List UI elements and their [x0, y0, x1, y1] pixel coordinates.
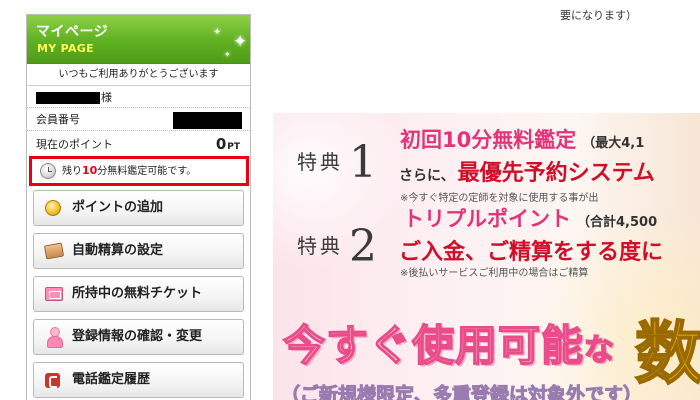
ticket-icon: [45, 287, 63, 301]
menu-label: ポイントの追加: [72, 200, 164, 215]
user-name-row: 様: [27, 86, 250, 108]
tokuten-1: 特典 1: [297, 137, 377, 188]
benefit1-heading: 初回10分無料鑑定: [400, 128, 577, 152]
redacted-name: [36, 92, 100, 104]
points-unit: PT: [227, 142, 240, 152]
mypage-header: マイページ MY PAGE ✦ ✦ ✦: [27, 15, 250, 64]
tokuten-label: 特典: [297, 150, 343, 174]
sparkle-icon: ✦: [233, 32, 248, 52]
benefit1-heading-note: （最大4,1: [582, 136, 645, 151]
registration-info-button[interactable]: 登録情報の確認・変更: [33, 319, 244, 355]
tokuten-label: 特典: [297, 234, 343, 258]
benefit1-note: ※今すぐ特定の定師を対象に使用する事が出: [400, 193, 599, 204]
menu-label: 登録情報の確認・変更: [72, 329, 203, 344]
greeting-text: いつもご利用ありがとうございます: [27, 64, 250, 86]
big-kanji: 数: [634, 314, 700, 395]
free-prefix: 残り: [62, 166, 82, 177]
redacted-member-number: [173, 112, 242, 129]
current-points-row: 現在のポイント 0PT: [27, 131, 250, 156]
benefit1-sub-prefix: さらに、: [399, 168, 455, 184]
member-number-row: 会員番号: [27, 108, 250, 131]
wallet-icon: [43, 242, 65, 260]
phone-history-button[interactable]: 電話鑑定履歴: [33, 362, 244, 398]
sparkle-icon: ✦: [213, 27, 222, 38]
free-tickets-button[interactable]: 所持中の無料チケット: [33, 276, 244, 312]
menu-label: 所持中の無料チケット: [72, 286, 203, 301]
benefit1-sub-row: さらに、 最優先予約システム: [399, 155, 655, 187]
big-headline-main: 今すぐ使用可能: [282, 320, 585, 371]
benefit2-heading-row: トリプルポイント （合計4,500: [403, 203, 657, 233]
mypage-menu: ポイントの追加 自動精算の設定 所持中の無料チケット 登録情報の確認・変更 電話…: [27, 186, 250, 398]
free-suffix: 分無料鑑定可能です。: [97, 166, 197, 177]
big-subtitle: （ご新規様限定、多重登録は対象外です）: [280, 384, 643, 400]
person-icon: [47, 327, 63, 348]
points-number: 0: [215, 135, 227, 153]
tokuten-number: 1: [349, 137, 377, 188]
benefit2-note: ※後払いサービスご利用中の場合はご精算: [400, 268, 589, 279]
free-minutes-number: 10: [82, 164, 98, 177]
top-note-line2: 要になります）: [560, 9, 637, 22]
tokuten-number: 2: [349, 221, 377, 272]
mypage-subtitle: MY PAGE: [37, 42, 94, 55]
menu-label: 自動精算の設定: [72, 243, 164, 258]
mypage-sidebar: マイページ MY PAGE ✦ ✦ ✦ いつもご利用ありがとうございます 様 会…: [26, 14, 251, 400]
benefit2-main-row: ご入金、ご精算をする度に: [399, 234, 663, 266]
promo-banner[interactable]: 特典 1 初回10分無料鑑定 （最大4,1 さらに、 最優先予約システム ※今すぐ特定…: [273, 113, 700, 400]
big-headline-na: な: [583, 332, 616, 369]
sparkle-icon: ✦: [224, 50, 231, 59]
top-note-line1: [560, 0, 700, 4]
benefit2-heading: トリプルポイント: [403, 207, 571, 231]
add-points-button[interactable]: ポイントの追加: [33, 190, 244, 226]
auto-settlement-button[interactable]: 自動精算の設定: [33, 233, 244, 269]
free-minutes-notice: 残り10分無料鑑定可能です。: [29, 156, 249, 186]
member-number-label: 会員番号: [36, 113, 80, 126]
name-suffix: 様: [101, 91, 112, 104]
phone-icon: [45, 373, 60, 388]
tokuten-2: 特典 2: [297, 221, 377, 272]
points-label: 現在のポイント: [36, 138, 113, 151]
benefit2-heading-note: （合計4,500: [577, 215, 658, 230]
clock-icon: [40, 163, 56, 179]
coin-icon: [45, 200, 61, 216]
big-headline: 今すぐ使用可能な: [282, 312, 616, 373]
benefit2-main: ご入金、ご精算をする度に: [399, 240, 664, 265]
benefit1-sub-main: 最優先予約システム: [457, 161, 655, 186]
benefit1-heading-row: 初回10分無料鑑定 （最大4,1: [400, 124, 644, 154]
menu-label: 電話鑑定履歴: [72, 372, 151, 387]
top-note: 要になります）: [560, 0, 700, 24]
mypage-title: マイページ: [36, 24, 109, 40]
